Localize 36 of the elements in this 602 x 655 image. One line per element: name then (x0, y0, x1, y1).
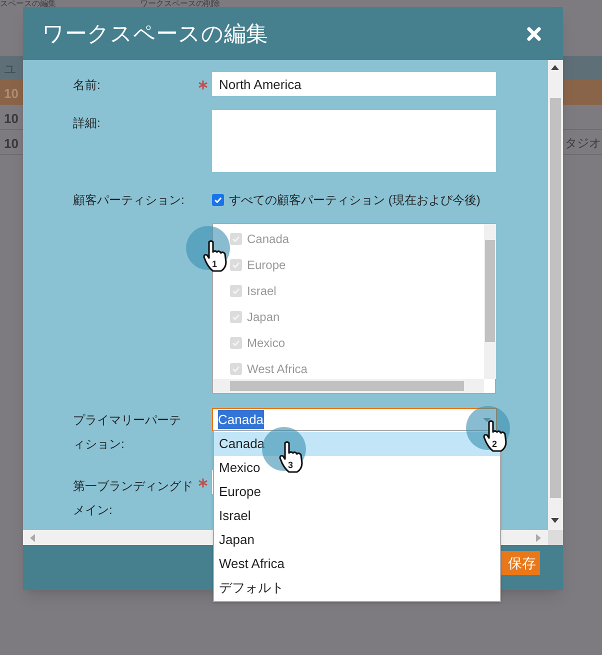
step-number: 2 (492, 439, 498, 449)
hand-cursor-icon (482, 420, 508, 452)
hand-cursor-icon (202, 240, 228, 272)
checkbox-label: West Africa (247, 361, 308, 378)
vertical-scrollbar[interactable] (484, 224, 496, 379)
close-button[interactable] (526, 26, 542, 42)
checkbox-label: Japan (247, 309, 280, 326)
dropdown-field[interactable]: Canada (212, 408, 497, 431)
field-label: 名前: (73, 78, 100, 92)
dropdown-option[interactable]: デフォルト (214, 576, 500, 600)
dropdown-option[interactable]: West Africa (214, 552, 500, 576)
dropdown-option[interactable]: Japan (214, 528, 500, 552)
checkbox-label: Europe (247, 257, 286, 274)
scrollbar-corner (548, 530, 563, 545)
field-label: 顧客パーティション: (73, 193, 184, 207)
checkbox-label: Canada (247, 231, 290, 248)
horizontal-scrollbar[interactable] (213, 379, 484, 393)
checkbox[interactable] (212, 194, 224, 206)
dialog-title: ワークスペースの編集 (42, 20, 268, 48)
text-field[interactable]: North America (212, 72, 496, 96)
table-row[interactable] (0, 80, 23, 105)
table-cell-text: 10 (4, 110, 18, 128)
dropdown-option[interactable]: Europe (214, 480, 500, 504)
description-field[interactable] (212, 110, 496, 172)
step-number: 1 (212, 259, 218, 269)
field-label: プライマリーパーティション: (73, 413, 181, 451)
field-label: 第一ブランディングドメイン: (73, 479, 193, 517)
checkbox-label: Mexico (247, 335, 286, 352)
table-cell-text: タジオ (565, 135, 601, 152)
field-label: 詳細: (73, 116, 100, 130)
dropdown-option[interactable]: Israel (214, 504, 500, 528)
table-cell-text: 10 (4, 135, 18, 153)
step-number: 3 (288, 460, 294, 470)
checkbox-label: すべての顧客パーティション (現在および今後) (229, 192, 480, 209)
checkbox-label: Israel (247, 283, 276, 300)
hand-cursor-icon (278, 441, 304, 473)
